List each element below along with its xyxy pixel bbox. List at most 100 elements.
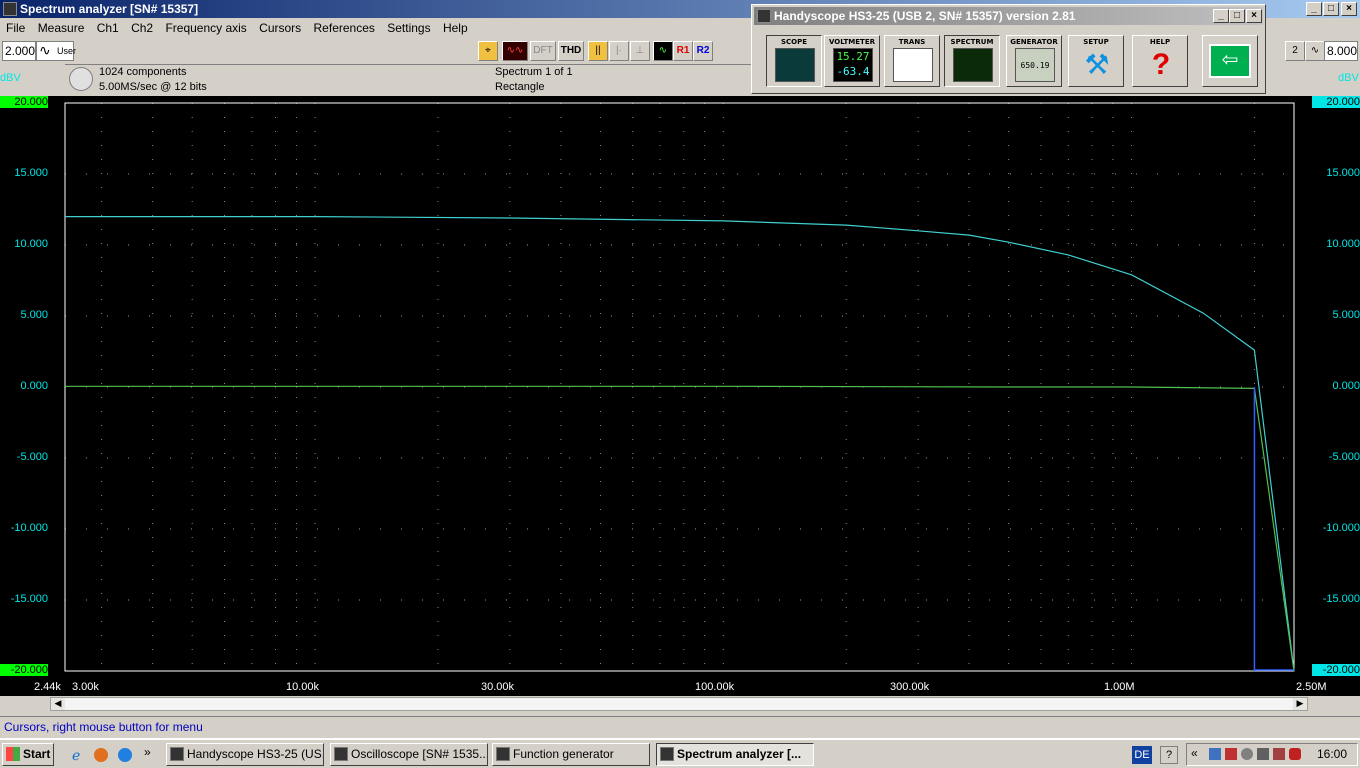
handyscope-title-text: Handyscope HS3-25 (USB 2, SN# 15357) ver… xyxy=(774,9,1076,23)
firefox-icon[interactable] xyxy=(94,748,108,762)
generator-readout: 650.19 xyxy=(1020,61,1050,70)
right-scale-input[interactable]: 8.000 xyxy=(1324,41,1358,61)
more-icon[interactable]: » xyxy=(144,745,151,759)
spectrum-caption: SPECTRUM xyxy=(950,38,994,46)
trans-button[interactable]: TRANS xyxy=(884,35,940,87)
hs-maximize-button[interactable]: □ xyxy=(1229,9,1245,23)
y-tick-left: -20.000 xyxy=(0,664,48,676)
y-tick-left: -15.000 xyxy=(10,593,48,605)
network-icon[interactable] xyxy=(1209,748,1221,760)
y-tick-left: -10.000 xyxy=(10,522,48,534)
wifi-icon[interactable] xyxy=(1273,748,1285,760)
y-tick-right: 15.000 xyxy=(1326,167,1360,179)
sine-right-icon[interactable]: ∿ xyxy=(1305,41,1325,61)
window-function-label: Rectangle xyxy=(495,81,545,93)
series-line-0 xyxy=(65,215,1295,672)
y-tick-left: 5.000 xyxy=(20,309,48,321)
waveform-icon[interactable]: ∿∿ xyxy=(502,41,528,61)
y-tick-right: 0.000 xyxy=(1332,380,1360,392)
menu-frequency-axis[interactable]: Frequency axis xyxy=(165,21,246,35)
speaker-icon[interactable] xyxy=(1241,748,1253,760)
ie-icon[interactable]: ℯ xyxy=(72,747,80,764)
menu-ch2[interactable]: Ch2 xyxy=(131,21,153,35)
menu-ch1[interactable]: Ch1 xyxy=(97,21,119,35)
menu-help[interactable]: Help xyxy=(443,21,468,35)
handyscope-panel: Handyscope HS3-25 (USB 2, SN# 15357) ver… xyxy=(751,4,1266,94)
spectrum-count-label: Spectrum 1 of 1 xyxy=(495,66,573,78)
system-tray: « 16:00 xyxy=(1186,743,1358,766)
scroll-left-arrow[interactable]: ◀ xyxy=(51,698,65,710)
task-handyscope[interactable]: Handyscope HS3-25 (US... xyxy=(166,743,324,766)
usb-icon[interactable] xyxy=(1257,748,1269,760)
y-unit-left: dBV xyxy=(0,72,21,84)
menu-cursors[interactable]: Cursors xyxy=(259,21,301,35)
question-mark-icon: ? xyxy=(1141,48,1181,82)
language-indicator[interactable]: DE xyxy=(1132,746,1152,764)
x-end-label: 2.50M xyxy=(1296,681,1327,693)
voltmeter-icon: 15.27 -63.4 xyxy=(833,48,873,82)
minimize-button[interactable]: _ xyxy=(1306,2,1322,16)
marker-icon[interactable]: ⊥ xyxy=(630,41,650,61)
step-icon[interactable]: |· xyxy=(609,41,629,61)
close-button[interactable]: × xyxy=(1341,2,1357,16)
task-function-generator[interactable]: Function generator xyxy=(492,743,650,766)
exit-button[interactable]: ⇦ xyxy=(1202,35,1258,87)
hs-minimize-button[interactable]: _ xyxy=(1213,9,1229,23)
help-tray-icon[interactable]: ? xyxy=(1160,746,1178,764)
spectrum-app-icon xyxy=(3,2,17,16)
scroll-thumb[interactable] xyxy=(65,698,1293,710)
scope-button[interactable]: SCOPE xyxy=(766,35,822,87)
left-mode-selector[interactable]: ∿ User xyxy=(36,41,76,61)
network-error-icon[interactable] xyxy=(1225,748,1237,760)
restore-button[interactable]: □ xyxy=(1323,2,1339,16)
menu-references[interactable]: References xyxy=(314,21,375,35)
x-tick-10k: 10.00k xyxy=(286,681,320,693)
generator-button[interactable]: GENERATOR 650.19 xyxy=(1006,35,1062,87)
y-tick-right: 5.000 xyxy=(1332,309,1360,321)
dft-button[interactable]: DFT xyxy=(530,41,556,61)
help-button[interactable]: HELP ? xyxy=(1132,35,1188,87)
channel-number-icon[interactable]: 2 xyxy=(1285,41,1305,61)
task-handyscope-label: Handyscope HS3-25 (US... xyxy=(187,747,324,761)
scope-mini-icon[interactable]: ∿ xyxy=(653,41,673,61)
tray-expand-icon[interactable]: « xyxy=(1191,746,1198,760)
browser-icon[interactable] xyxy=(118,748,132,762)
hs-close-button[interactable]: × xyxy=(1246,9,1262,23)
shield-icon[interactable] xyxy=(1289,748,1301,760)
reference-r1-button[interactable]: R1 xyxy=(673,41,693,61)
task-generator-label: Function generator xyxy=(513,747,614,761)
clock: 16:00 xyxy=(1317,747,1348,761)
menu-settings[interactable]: Settings xyxy=(387,21,430,35)
scroll-right-arrow[interactable]: ▶ xyxy=(1293,698,1307,710)
y-tick-left: -5.000 xyxy=(16,451,48,463)
setup-button[interactable]: SETUP ⚒ xyxy=(1068,35,1124,87)
spectrum-chart[interactable] xyxy=(0,96,1360,696)
task-spectrum-analyzer[interactable]: Spectrum analyzer [... xyxy=(656,743,814,766)
status-message: Cursors, right mouse button for menu xyxy=(4,720,203,734)
windows-logo-icon xyxy=(6,747,20,761)
thd-button[interactable]: THD xyxy=(558,41,584,61)
spectrum-button[interactable]: SPECTRUM xyxy=(944,35,1000,87)
y-tick-left: 10.000 xyxy=(14,238,48,250)
handyscope-app-icon xyxy=(757,9,771,23)
x-tick-30k: 30.00k xyxy=(481,681,515,693)
task-oscilloscope[interactable]: Oscilloscope [SN# 1535... xyxy=(330,743,488,766)
voltmeter-caption: VOLTMETER xyxy=(828,38,876,46)
y-tick-left: 0.000 xyxy=(20,380,48,392)
voltmeter-readout-2: -63.4 xyxy=(836,65,870,78)
reference-r2-button[interactable]: R2 xyxy=(693,41,713,61)
cursor-tool-icon[interactable]: ⌖ xyxy=(478,41,498,61)
y-tick-right: -10.000 xyxy=(1322,522,1360,534)
menu-file[interactable]: File xyxy=(6,21,25,35)
voltmeter-button[interactable]: VOLTMETER 15.27 -63.4 xyxy=(824,35,880,87)
y-tick-right: -5.000 xyxy=(1328,451,1360,463)
pause-icon[interactable]: || xyxy=(588,41,608,61)
left-scale-input[interactable]: 2.000 xyxy=(2,41,36,61)
series-layer xyxy=(65,215,1295,672)
horizontal-scrollbar[interactable]: ◀ ▶ xyxy=(50,697,1308,711)
menu-measure[interactable]: Measure xyxy=(38,21,85,35)
start-button[interactable]: Start xyxy=(2,743,54,766)
trigger-icon[interactable] xyxy=(69,67,93,91)
info-bar: 1024 components 5.00MS/sec @ 12 bits Spe… xyxy=(65,64,765,96)
exit-icon: ⇦ xyxy=(1209,44,1251,78)
